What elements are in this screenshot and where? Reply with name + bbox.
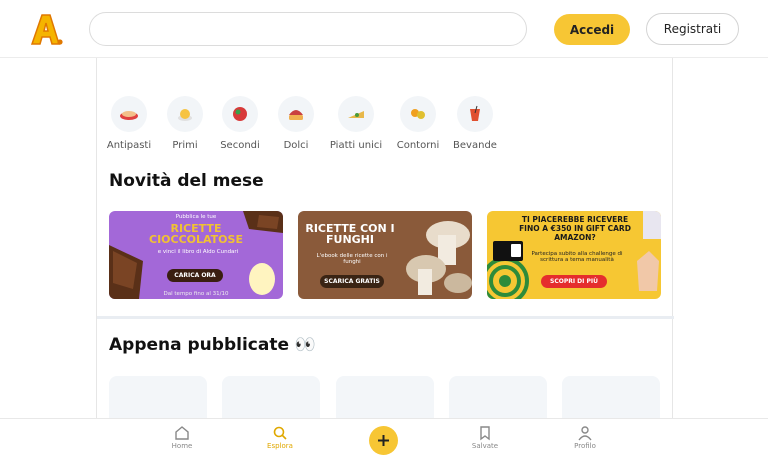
nav-label: Profilo: [574, 442, 596, 450]
main-content: Antipasti Primi Secondi Dolci Piatti uni…: [96, 58, 674, 420]
category-bevande[interactable]: Bevande: [443, 96, 507, 166]
section-title-appena-pubblicate: Appena pubblicate 👀: [109, 335, 317, 355]
nav-home[interactable]: Home: [152, 425, 212, 450]
nav-label: Esplora: [267, 442, 293, 450]
section-title-novita: Novità del mese: [109, 171, 264, 191]
search-icon: [273, 426, 287, 440]
banner-sub: Partecipa subito alla challenge di scrit…: [531, 251, 623, 263]
category-label: Bevande: [453, 140, 497, 151]
login-button[interactable]: Accedi: [554, 14, 630, 45]
book-seal-icon: [249, 263, 275, 295]
scarica-gratis-button[interactable]: SCARICA GRATIS: [320, 275, 384, 288]
scopri-di-piu-button[interactable]: SCOPRI DI PIÙ: [541, 275, 607, 288]
aranzulla-logo[interactable]: [28, 11, 64, 47]
recipe-card-placeholder[interactable]: [222, 376, 320, 420]
recipe-card-placeholder[interactable]: [336, 376, 434, 420]
primi-icon: [167, 96, 203, 132]
banner-pre: Pubblica le tue: [175, 214, 217, 220]
antipasti-icon: [111, 96, 147, 132]
category-label: Secondi: [220, 140, 260, 151]
piatti-unici-icon: [338, 96, 374, 132]
add-recipe-button[interactable]: [369, 426, 398, 455]
banner-gift-card-amazon[interactable]: TI PIACEREBBE RICEVERE FINO A €350 IN GI…: [487, 211, 661, 299]
bevande-icon: [457, 96, 493, 132]
recipe-card-placeholder[interactable]: [449, 376, 547, 420]
recipe-card-placeholder[interactable]: [109, 376, 207, 420]
secondi-icon: [222, 96, 258, 132]
banner-title: TI PIACEREBBE RICEVERE FINO A €350 IN GI…: [519, 215, 631, 242]
banner-title: RICETTE CIOCCOLATOSE: [149, 222, 243, 246]
category-label: Piatti unici: [329, 140, 383, 151]
search-input[interactable]: [89, 12, 527, 46]
section-divider: [97, 316, 674, 319]
nav-label: Home: [171, 442, 193, 450]
category-dolci[interactable]: Dolci: [264, 96, 328, 166]
category-secondi[interactable]: Secondi: [208, 96, 272, 166]
banner-ricette-cioccolatose[interactable]: Pubblica le tue RICETTE CIOCCOLATOSE e v…: [109, 211, 283, 299]
top-bar: Accedi Registrati: [0, 0, 768, 58]
category-label: Contorni: [396, 140, 440, 151]
register-button[interactable]: Registrati: [646, 13, 739, 45]
plus-icon: [378, 435, 389, 446]
category-contorni[interactable]: Contorni: [386, 96, 450, 166]
banner-ricette-funghi[interactable]: RICETTE CON I FUNGHI L'ebook delle ricet…: [298, 211, 472, 299]
banner-title: RICETTE CON I FUNGHI: [305, 222, 395, 246]
nav-salvate[interactable]: Salvate: [455, 425, 515, 450]
bookmark-icon: [480, 426, 490, 441]
home-icon: [175, 426, 189, 440]
nav-esplora[interactable]: Esplora: [250, 425, 310, 450]
banner-foot: Dal tempo fino al 31/10: [163, 291, 229, 297]
category-list: Antipasti Primi Secondi Dolci Piatti uni…: [97, 96, 674, 166]
carica-ora-button[interactable]: CARICA ORA: [167, 269, 223, 282]
recipe-card-placeholder[interactable]: [562, 376, 660, 420]
nav-profilo[interactable]: Profilo: [555, 425, 615, 450]
logo-icon: [30, 14, 63, 45]
contorni-icon: [400, 96, 436, 132]
dolci-icon: [278, 96, 314, 132]
amazon-gift-card-icon: [493, 241, 523, 261]
category-antipasti[interactable]: Antipasti: [97, 96, 161, 166]
category-label: Dolci: [283, 140, 309, 151]
profile-icon: [578, 426, 592, 441]
category-piatti-unici[interactable]: Piatti unici: [324, 96, 388, 166]
banner-sub: e vinci il libro di Aldo Cundari: [157, 249, 239, 255]
category-label: Antipasti: [106, 140, 152, 151]
banner-sub: L'ebook delle ricette con i funghi: [316, 253, 388, 265]
bottom-navigation: Home Esplora Salvate Profilo: [0, 418, 768, 461]
nav-label: Salvate: [471, 442, 499, 450]
